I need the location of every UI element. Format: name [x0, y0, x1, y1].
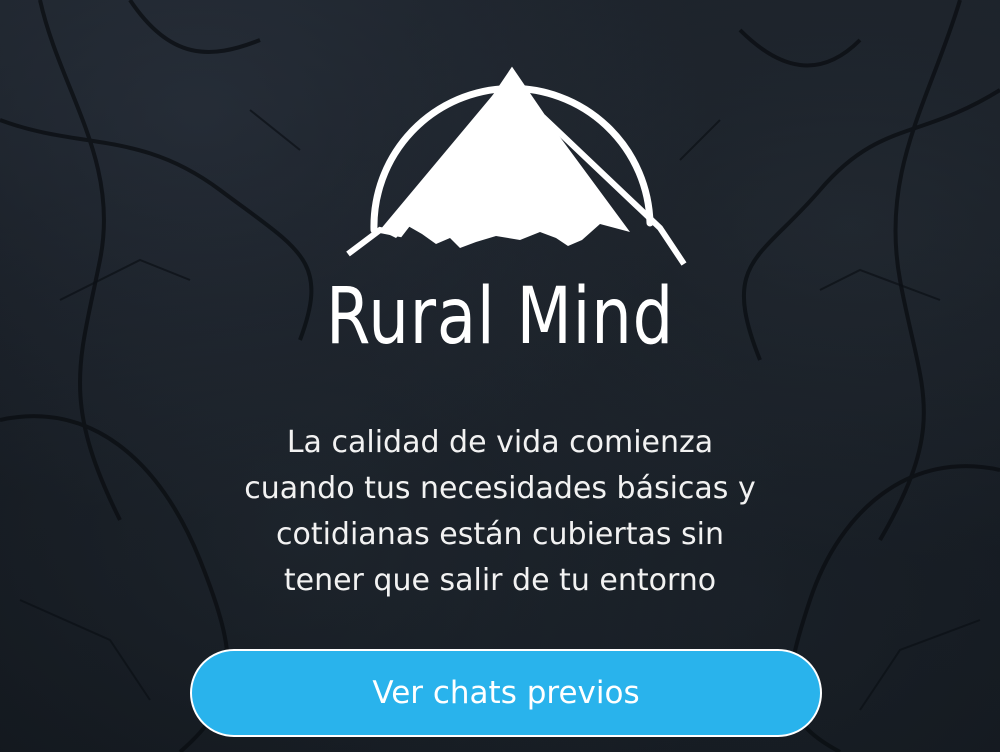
brand-name: Rural Mind [326, 272, 674, 362]
tagline-line: cotidianas están cubiertas sin [275, 517, 725, 552]
tagline: La calidad de vida comienza cuando tus n… [150, 420, 850, 604]
tagline-line: tener que salir de tu entorno [283, 563, 717, 598]
tagline-line: La calidad de vida comienza [286, 425, 714, 460]
tagline-line: cuando tus necesidades básicas y [244, 471, 756, 506]
view-previous-chats-button[interactable]: Ver chats previos [190, 649, 822, 737]
mountain-in-circle-logo [346, 66, 687, 266]
view-previous-chats-label: Ver chats previos [372, 675, 640, 711]
